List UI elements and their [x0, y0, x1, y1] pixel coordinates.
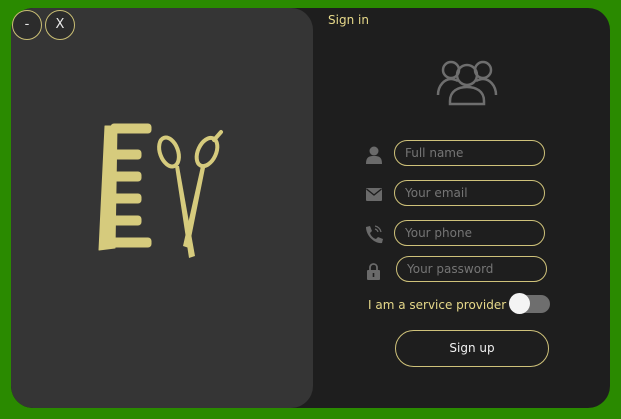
phone-icon — [366, 225, 383, 244]
lock-icon — [367, 263, 380, 280]
users-icon — [436, 60, 498, 106]
phone-field[interactable] — [394, 220, 545, 246]
signin-link[interactable]: Sign in — [328, 13, 369, 27]
password-field[interactable] — [396, 256, 547, 282]
fullname-field[interactable] — [394, 140, 545, 166]
user-icon — [366, 146, 382, 164]
service-provider-label: I am a service provider — [368, 298, 507, 312]
email-field[interactable] — [394, 180, 545, 206]
minimize-button[interactable]: - — [12, 10, 42, 40]
barber-logo-icon — [98, 123, 223, 258]
toggle-knob — [509, 293, 530, 314]
service-provider-toggle[interactable] — [509, 293, 550, 314]
signup-button[interactable]: Sign up — [395, 330, 549, 367]
mail-icon — [366, 188, 382, 201]
close-button[interactable]: X — [45, 10, 75, 40]
